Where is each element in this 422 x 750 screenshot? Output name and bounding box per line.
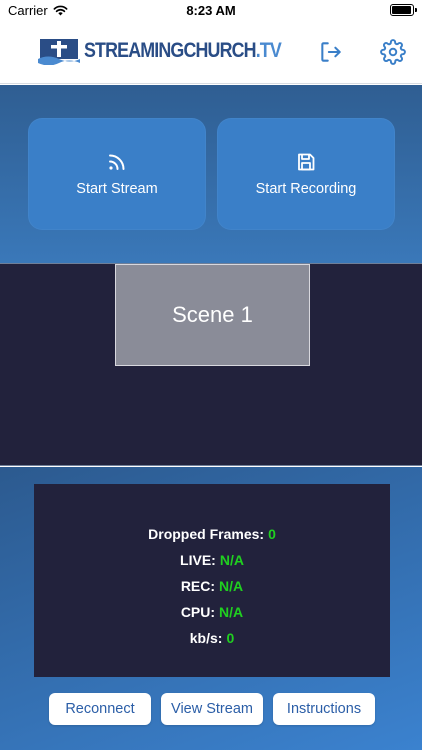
cpu-row: CPU: N/A: [181, 604, 243, 620]
logout-icon: [321, 42, 341, 62]
scene-button[interactable]: Scene 1: [115, 264, 310, 366]
start-recording-button[interactable]: Start Recording: [217, 118, 395, 230]
logout-button[interactable]: [318, 39, 344, 65]
status-time: 8:23 AM: [186, 3, 236, 18]
app-header: STREAMINGCHURCH.TV: [0, 22, 422, 84]
instructions-button[interactable]: Instructions: [273, 693, 375, 725]
start-stream-label: Start Stream: [76, 180, 158, 197]
start-stream-button[interactable]: Start Stream: [28, 118, 206, 230]
streamingchurch-logo: STREAMINGCHURCH.TV: [38, 37, 316, 65]
floppy-disk-icon: [298, 153, 315, 170]
rss-feed-icon: [109, 154, 125, 170]
kbs-value: 0: [226, 629, 235, 646]
view-stream-button[interactable]: View Stream: [161, 693, 263, 725]
settings-button[interactable]: [380, 39, 406, 65]
rec-row: REC: N/A: [181, 578, 243, 594]
logo-mark-icon: [38, 39, 80, 65]
stats-box: Dropped Frames: 0 LIVE: N/A REC: N/A CPU: N/…: [34, 484, 390, 677]
scene-label: Scene 1: [172, 302, 253, 327]
stats-panel: Dropped Frames: 0 LIVE: N/A REC: N/A CPU: N/…: [0, 467, 422, 750]
cpu-label: CPU:: [180, 603, 216, 620]
logo-text-main: STREAMINGCHURCH: [84, 39, 257, 62]
dropped-frames-value: 0: [268, 525, 276, 542]
scene-area: Scene 1: [0, 263, 422, 466]
rec-value: N/A: [219, 577, 244, 594]
kbs-label: kb/s:: [189, 629, 223, 646]
logo-text: STREAMINGCHURCH.TV: [84, 39, 282, 63]
dropped-frames-label: Dropped Frames:: [148, 525, 265, 542]
battery-fill: [392, 6, 411, 14]
start-recording-label: Start Recording: [255, 180, 357, 197]
live-label: LIVE:: [180, 551, 216, 568]
live-row: LIVE: N/A: [180, 552, 244, 568]
cpu-value: N/A: [219, 603, 244, 620]
status-bar: Carrier 8:23 AM: [0, 0, 422, 22]
dropped-frames-row: Dropped Frames: 0: [148, 526, 276, 542]
reconnect-button[interactable]: Reconnect: [49, 693, 151, 725]
gear-icon: [380, 39, 406, 65]
live-value: N/A: [219, 551, 244, 568]
battery-icon: [390, 4, 417, 16]
logo-text-suffix: .TV: [255, 39, 282, 62]
action-panel: Start Stream Start Recording: [0, 85, 422, 263]
rec-label: REC:: [180, 577, 216, 594]
kbs-row: kb/s: 0: [190, 630, 234, 646]
